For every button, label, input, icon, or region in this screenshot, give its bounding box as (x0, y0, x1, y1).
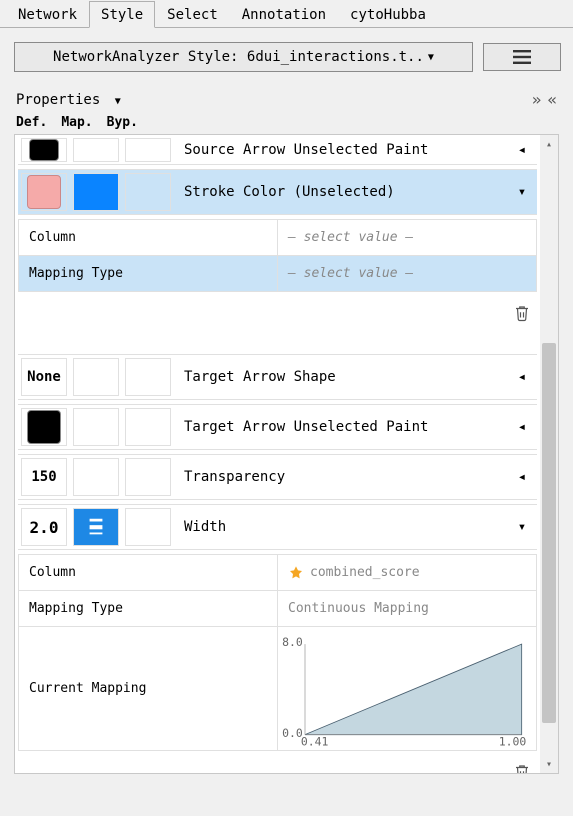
mapping-column-label: Column (19, 555, 278, 591)
byp-cell[interactable] (125, 458, 171, 496)
property-row-width[interactable]: 2.0 Width ▾ (18, 504, 537, 550)
width-mapping-icon (85, 516, 107, 538)
properties-column-headers: Def. Map. Byp. (14, 113, 559, 134)
mapping-column-value[interactable]: combined_score (278, 555, 537, 591)
byp-cell[interactable] (125, 508, 171, 546)
tab-cytohubba[interactable]: cytoHubba (338, 1, 438, 28)
def-value[interactable]: None (21, 358, 67, 396)
xtick-min: 0.41 (301, 734, 329, 747)
def-swatch[interactable] (21, 138, 67, 162)
def-swatch[interactable] (21, 173, 67, 211)
scroll-thumb[interactable] (542, 343, 556, 723)
map-cell[interactable] (73, 458, 119, 496)
expand-arrow-icon[interactable]: ◂ (507, 405, 537, 449)
map-cell[interactable] (73, 173, 119, 211)
col-map: Map. (61, 115, 92, 130)
delete-mapping-button[interactable] (512, 761, 532, 773)
expand-all-icon[interactable]: » (532, 90, 542, 109)
byp-cell[interactable] (125, 408, 171, 446)
column-type-icon (288, 565, 304, 581)
mapping-type-label: Mapping Type (19, 591, 278, 627)
xtick-max: 1.00 (499, 734, 527, 747)
map-cell[interactable] (73, 508, 119, 546)
trash-icon (513, 762, 531, 773)
collapse-arrow-icon[interactable]: ▾ (507, 170, 537, 214)
property-label: Transparency (174, 469, 507, 485)
scroll-up-icon[interactable]: ▴ (540, 135, 558, 153)
tab-select[interactable]: Select (155, 1, 230, 28)
properties-label: Properties (16, 92, 100, 108)
property-row-target-arrow-unselected-paint[interactable]: Target Arrow Unselected Paint ◂ (18, 404, 537, 450)
ytick-max: 8.0 (282, 635, 303, 649)
map-cell[interactable] (73, 358, 119, 396)
byp-cell[interactable] (125, 173, 171, 211)
property-row-transparency[interactable]: 150 Transparency ◂ (18, 454, 537, 500)
property-label: Width (174, 519, 507, 535)
vertical-scrollbar[interactable]: ▴ ▾ (540, 135, 558, 773)
ytick-min: 0.0 (282, 726, 303, 740)
scroll-down-icon[interactable]: ▾ (540, 755, 558, 773)
col-def: Def. (16, 115, 47, 130)
property-label: Stroke Color (Unselected) (174, 184, 507, 200)
property-row-source-arrow-unselected-paint[interactable]: Source Arrow Unselected Paint ◂ (18, 135, 537, 165)
mapping-column-value[interactable]: — select value — (278, 220, 537, 256)
map-cell[interactable] (73, 408, 119, 446)
mapping-type-label: Mapping Type (19, 256, 278, 292)
tab-network[interactable]: Network (6, 1, 89, 28)
map-cell[interactable] (73, 138, 119, 162)
style-menu-button[interactable] (483, 43, 561, 71)
byp-cell[interactable] (125, 358, 171, 396)
def-swatch[interactable] (21, 408, 67, 446)
def-value[interactable]: 150 (21, 458, 67, 496)
mapping-editor-width: Column combined_score Mapping Type Conti… (18, 554, 537, 751)
expand-arrow-icon[interactable]: ◂ (507, 355, 537, 399)
collapse-arrow-icon[interactable]: ▾ (507, 505, 537, 549)
expand-arrow-icon[interactable]: ◂ (507, 135, 537, 172)
mapping-type-value[interactable]: — select value — (278, 256, 537, 292)
property-label: Target Arrow Unselected Paint (174, 419, 507, 435)
col-byp: Byp. (107, 115, 138, 130)
collapse-all-icon[interactable]: « (547, 90, 557, 109)
mapping-editor-stroke-color: Column — select value — Mapping Type — s… (18, 219, 537, 292)
style-selector[interactable]: NetworkAnalyzer Style: 6dui_interactions… (14, 42, 473, 72)
property-label: Source Arrow Unselected Paint (174, 142, 507, 158)
menu-icon (513, 50, 531, 64)
mapping-type-value[interactable]: Continuous Mapping (278, 591, 537, 627)
mapping-column-label: Column (19, 220, 278, 256)
tab-annotation[interactable]: Annotation (230, 1, 338, 28)
chevron-down-icon: ▼ (428, 52, 434, 63)
expand-arrow-icon[interactable]: ◂ (507, 455, 537, 499)
style-selector-label: NetworkAnalyzer Style: 6dui_interactions… (53, 49, 424, 65)
property-label: Target Arrow Shape (174, 369, 507, 385)
current-mapping-chart[interactable]: 8.0 0.0 0.41 1.00 (278, 627, 537, 751)
delete-mapping-button[interactable] (512, 302, 532, 324)
property-row-stroke-color-unselected[interactable]: Stroke Color (Unselected) ▾ (18, 169, 537, 215)
byp-cell[interactable] (125, 138, 171, 162)
current-mapping-label: Current Mapping (19, 627, 278, 751)
main-tabs: Network Style Select Annotation cytoHubb… (0, 0, 573, 28)
def-value[interactable]: 2.0 (21, 508, 67, 546)
property-row-target-arrow-shape[interactable]: None Target Arrow Shape ◂ (18, 354, 537, 400)
tab-style[interactable]: Style (89, 1, 155, 28)
trash-icon (513, 303, 531, 323)
properties-dropdown[interactable]: Properties ▼ (16, 92, 121, 108)
mapping-column-name: combined_score (310, 565, 420, 580)
